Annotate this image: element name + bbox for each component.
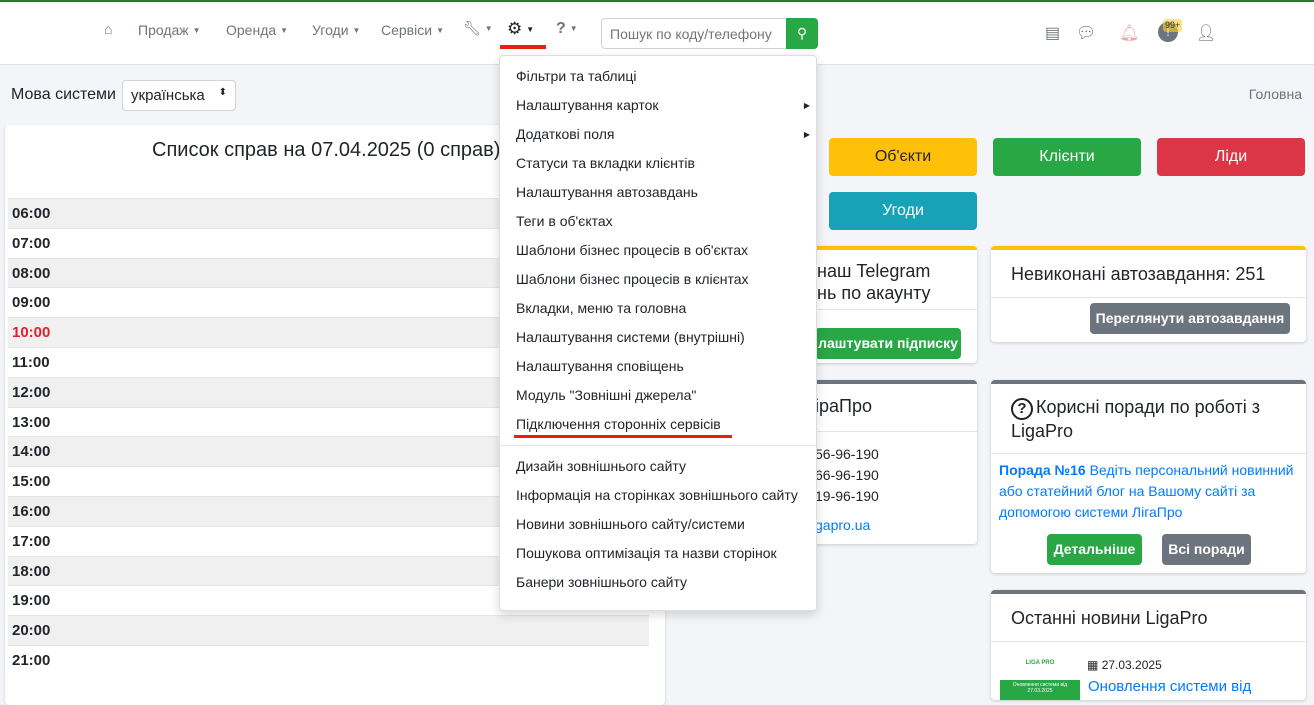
wrench-icon[interactable]: 🔧︎ ▼ (463, 20, 493, 37)
autotasks-title: Невиконані автозавдання: 251 (991, 250, 1306, 298)
menu-item-label: Статуси та вкладки клієнтів (516, 155, 695, 171)
menu-item-label: Підключення сторонніх сервісів (516, 416, 721, 432)
news-headline[interactable]: Оновлення системи від (1088, 678, 1251, 695)
menu-item-label: Додаткові поля (516, 126, 615, 142)
alert-icon[interactable]: ! 99+ (1158, 19, 1183, 42)
telegram-title: наш Telegram (817, 261, 931, 281)
menu-item[interactable]: Шаблони бізнес процесів в об'єктах (500, 236, 816, 265)
menu-item[interactable]: Інформація на сторінках зовнішнього сайт… (500, 481, 816, 510)
tip-label: Порада №16 (999, 462, 1086, 478)
menu-item-label: Пошукова оптимізація та назви сторінок (516, 545, 777, 561)
telegram-subtitle: нь по акаунту (817, 283, 931, 303)
help-icon[interactable]: ? ▼ (556, 20, 578, 38)
menu-item-label: Шаблони бізнес процесів в об'єктах (516, 242, 749, 258)
task-list-title: Список справ на 07.04.2025 (0 справ) (152, 139, 501, 161)
objects-button[interactable]: Об'єкти (829, 138, 977, 176)
menu-item-label: Теги в об'єктах (516, 213, 613, 229)
menu-item-label: Налаштування автозавдань (516, 184, 698, 200)
nav-label: Угоди (312, 22, 349, 38)
menu-item-label: Вкладки, меню та головна (516, 300, 687, 316)
menu-item-label: Новини зовнішнього сайту/системи (516, 516, 745, 532)
news-card: Останні новини LigaPro LIGA PRO Оновленн… (991, 590, 1306, 700)
tips-title: Корисні поради по роботі з LigaPro (1011, 397, 1261, 441)
nav-label: Оренда (226, 22, 277, 38)
phone: 19-96-190 (815, 488, 879, 504)
menu-item[interactable]: Фільтри та таблиці (500, 62, 816, 91)
time-row[interactable]: 21:00 (8, 644, 649, 675)
menu-divider (500, 445, 816, 446)
menu-item[interactable]: Новини зовнішнього сайту/системи (500, 510, 816, 539)
view-autotasks-button[interactable]: Переглянути автозавдання (1090, 303, 1290, 334)
menu-item-label: Інформація на сторінках зовнішнього сайт… (516, 487, 798, 503)
menu-item-label: Дизайн зовнішнього сайту (516, 458, 686, 474)
chat-icon[interactable]: 💬︎ (1076, 23, 1096, 43)
menu-item[interactable]: Шаблони бізнес процесів в клієнтах (500, 265, 816, 294)
leads-button[interactable]: Ліди (1157, 138, 1305, 176)
phone: 66-96-190 (815, 467, 879, 483)
time-row[interactable]: 20:00 (8, 615, 649, 645)
search-icon: ⚲ (796, 25, 808, 41)
menu-item-label: Модуль "Зовнішні джерела" (516, 387, 697, 403)
tips-card: ? Корисні поради по роботі з LigaPro Пора… (991, 380, 1306, 573)
language-select[interactable]: українська ⬍ (122, 80, 236, 111)
menu-item-label: Фільтри та таблиці (516, 68, 637, 84)
news-date: 27.03.2025 (1101, 658, 1162, 672)
nav-label: Сервіси (381, 22, 433, 38)
thumb-text: Оновлення системи від 27.03.2025 (1000, 680, 1080, 700)
menu-item[interactable]: Статуси та вкладки клієнтів (500, 149, 816, 178)
gear-icon[interactable]: ⚙ ▼ (507, 19, 534, 39)
language-value: українська (131, 87, 205, 104)
autotasks-card: Невиконані автозавдання: 251 Переглянути… (991, 246, 1306, 342)
menu-item-label: Налаштування системи (внутрішні) (516, 329, 745, 345)
menu-item[interactable]: Налаштування карток ▶ (500, 91, 816, 120)
menu-item[interactable]: Дизайн зовнішнього сайту (500, 452, 816, 481)
search-input[interactable] (601, 18, 787, 49)
nav-label: Продаж (138, 22, 189, 38)
bell-icon[interactable]: 🔔︎ (1119, 23, 1139, 43)
settings-dropdown-menu: Фільтри та таблиці Налаштування карток ▶ До… (499, 55, 817, 611)
highlight-underline (514, 435, 732, 438)
menu-item[interactable]: Вкладки, меню та головна (500, 294, 816, 323)
phone: 56-96-190 (815, 446, 879, 462)
book-icon[interactable]: ▤ (1045, 23, 1060, 43)
notif-badge: 99+ (1163, 19, 1183, 32)
site-link[interactable]: gapro.ua (815, 515, 879, 536)
thumb-logo: LIGA PRO (1025, 660, 1055, 666)
menu-item[interactable]: Банери зовнішнього сайту (500, 568, 816, 597)
menu-item[interactable]: Додаткові поля ▶ (500, 120, 816, 149)
language-label: Мова системи (11, 86, 116, 103)
breadcrumb[interactable]: Головна (1249, 86, 1302, 102)
home-icon[interactable]: ⌂ (104, 21, 112, 37)
nav-services[interactable]: Сервіси ▼ (381, 22, 444, 38)
menu-item-label: Банери зовнішнього сайту (516, 574, 688, 590)
question-circle-icon: ? (1011, 398, 1033, 420)
subscribe-button[interactable]: лаштувати підписку (815, 328, 961, 359)
submenu-arrow-icon: ▶ (803, 130, 810, 139)
user-icon[interactable]: 👤︎ (1196, 23, 1216, 43)
nav-rent[interactable]: Оренда ▼ (226, 22, 288, 38)
menu-item[interactable]: Налаштування автозавдань (500, 178, 816, 207)
calendar-icon: ▦ (1087, 658, 1099, 672)
submenu-arrow-icon: ▶ (803, 101, 810, 110)
menu-item[interactable]: Налаштування сповіщень (500, 352, 816, 381)
news-thumbnail[interactable]: LIGA PRO Оновлення системи від 27.03.202… (1000, 660, 1080, 700)
search-button[interactable]: ⚲ (786, 18, 818, 49)
deals-button[interactable]: Угоди (829, 192, 977, 230)
all-tips-button[interactable]: Всі поради (1162, 534, 1251, 565)
more-button[interactable]: Детальніше (1047, 534, 1142, 565)
menu-item[interactable]: Пошукова оптимізація та назви сторінок (500, 539, 816, 568)
tip-link[interactable]: Порада №16 Ведіть персональний новинний … (991, 454, 1306, 529)
nav-deals[interactable]: Угоди ▼ (312, 22, 360, 38)
menu-item[interactable]: Модуль "Зовнішні джерела" (500, 381, 816, 410)
nav-sales[interactable]: Продаж ▼ (138, 22, 201, 38)
menu-item-label: Налаштування сповіщень (516, 358, 684, 374)
news-title: Останні новини LigaPro (991, 594, 1306, 642)
menu-item-label: Шаблони бізнес процесів в клієнтах (516, 271, 749, 287)
menu-item-label: Налаштування карток (516, 97, 659, 113)
highlight-underline (500, 45, 546, 49)
clients-button[interactable]: Клієнти (993, 138, 1141, 176)
menu-item[interactable]: Налаштування системи (внутрішні) (500, 323, 816, 352)
menu-item[interactable]: Теги в об'єктах (500, 207, 816, 236)
